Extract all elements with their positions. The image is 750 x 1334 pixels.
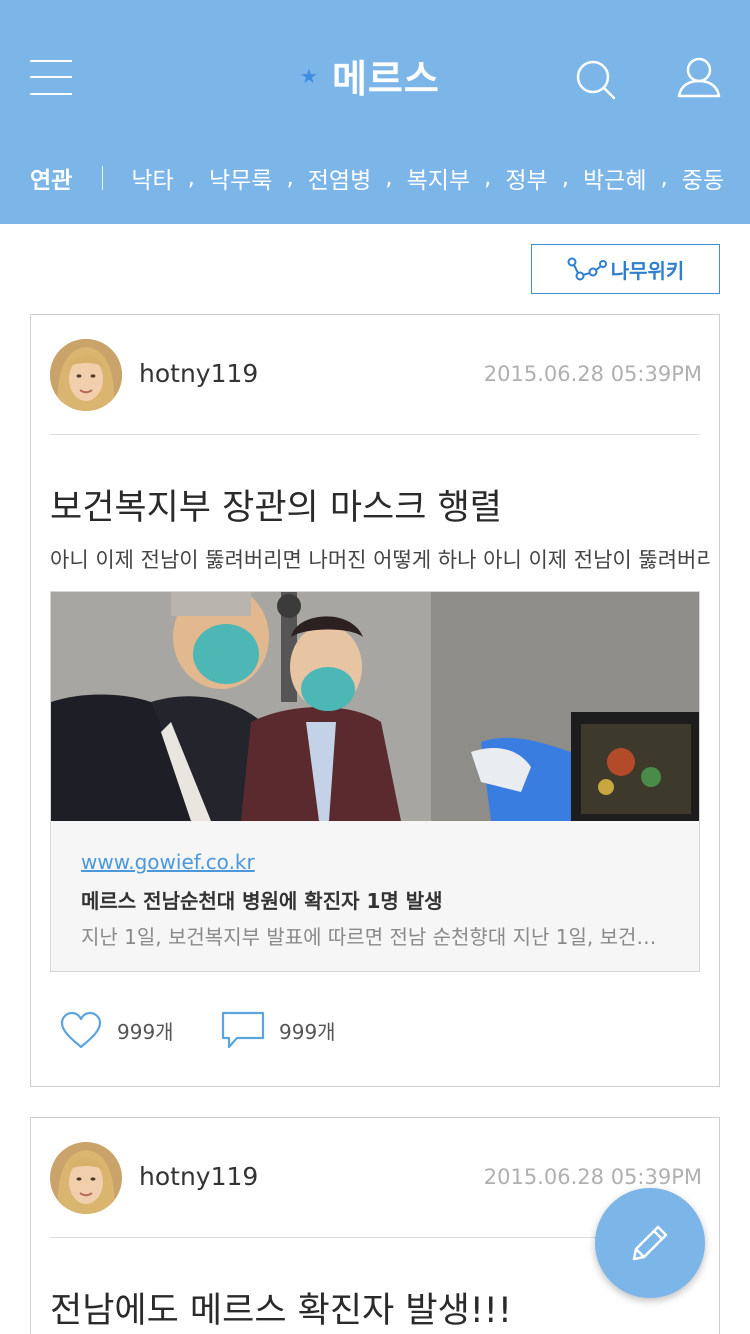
heart-icon — [60, 1011, 102, 1049]
avatar[interactable] — [50, 339, 122, 411]
post-title[interactable]: 보건복지부 장관의 마스크 행렬 — [50, 479, 502, 530]
tag-item[interactable]: 전염병 — [308, 161, 371, 195]
post-date: 2015.06.28 05:39PM — [483, 362, 702, 386]
post-card: hotny119 2015.06.28 05:39PM 보건복지부 장관의 마스… — [30, 314, 720, 1087]
link-preview-card[interactable]: www.gowief.co.kr 메르스 전남순천대 병원에 확진자 1명 발생… — [50, 591, 700, 972]
tag-item[interactable]: 박근혜 — [583, 161, 646, 195]
related-label: 연관 — [30, 168, 73, 194]
like-button[interactable]: 999개 — [59, 1008, 174, 1052]
user-icon[interactable] — [676, 56, 722, 100]
post-title[interactable]: 전남에도 메르스 확진자 발생!!! — [50, 1282, 512, 1333]
tag-comma: , — [187, 165, 195, 191]
post-body: 아니 이제 전남이 뚫려버리면 나머진 어떻게 하나 아니 이제 전남이 뚫려버… — [50, 548, 710, 572]
pencil-icon — [632, 1225, 668, 1261]
tag-comma: , — [561, 165, 569, 191]
avatar[interactable] — [50, 1142, 122, 1214]
search-icon[interactable] — [574, 58, 618, 102]
like-count: 999개 — [117, 1019, 174, 1044]
page-title: 메르스 — [331, 56, 440, 101]
related-tags-bar: 연관 낙타 , 낙무룩 , 전염병 , 복지부 , 정부 , 박근혜 , 중동 — [30, 158, 750, 198]
tag-item[interactable]: 정부 — [505, 161, 547, 195]
post-date: 2015.06.28 05:39PM — [483, 1165, 702, 1189]
link-description: 지난 1일, 보건복지부 발표에 따르면 전남 순천향대 지난 1일, 보건복 … — [81, 925, 671, 949]
comment-icon — [221, 1011, 265, 1049]
tag-item[interactable]: 중동 — [682, 161, 724, 195]
comment-count: 999개 — [279, 1019, 336, 1044]
tag-item[interactable]: 낙타 — [131, 161, 173, 195]
username[interactable]: hotny119 — [139, 1162, 258, 1191]
tag-comma: , — [660, 165, 668, 191]
tag-comma: , — [286, 165, 294, 191]
tag-comma: , — [385, 165, 393, 191]
comment-button[interactable]: 999개 — [221, 1008, 336, 1052]
username[interactable]: hotny119 — [139, 359, 258, 388]
tags-divider — [102, 166, 104, 190]
link-url[interactable]: www.gowief.co.kr — [81, 850, 255, 874]
link-title: 메르스 전남순천대 병원에 확진자 1명 발생 — [81, 889, 443, 913]
tag-item[interactable]: 복지부 — [407, 161, 470, 195]
header-divider — [50, 434, 700, 435]
namuwiki-button[interactable]: 나무위키 — [531, 244, 720, 294]
namuwiki-label: 나무위키 — [610, 258, 685, 283]
tag-comma: , — [484, 165, 492, 191]
star-icon[interactable]: ★ — [300, 64, 318, 88]
page-title-area: ★ 메르스 — [300, 50, 440, 101]
namuwiki-logo-icon — [567, 257, 607, 281]
link-preview-image — [51, 592, 699, 821]
tag-item[interactable]: 낙무룩 — [209, 161, 272, 195]
menu-icon[interactable] — [30, 60, 72, 96]
top-header: ★ 메르스 연관 낙타 , 낙무룩 , 전염병 , 복지부 , 정부 , 박근혜… — [0, 0, 750, 224]
write-post-button[interactable] — [595, 1188, 705, 1298]
